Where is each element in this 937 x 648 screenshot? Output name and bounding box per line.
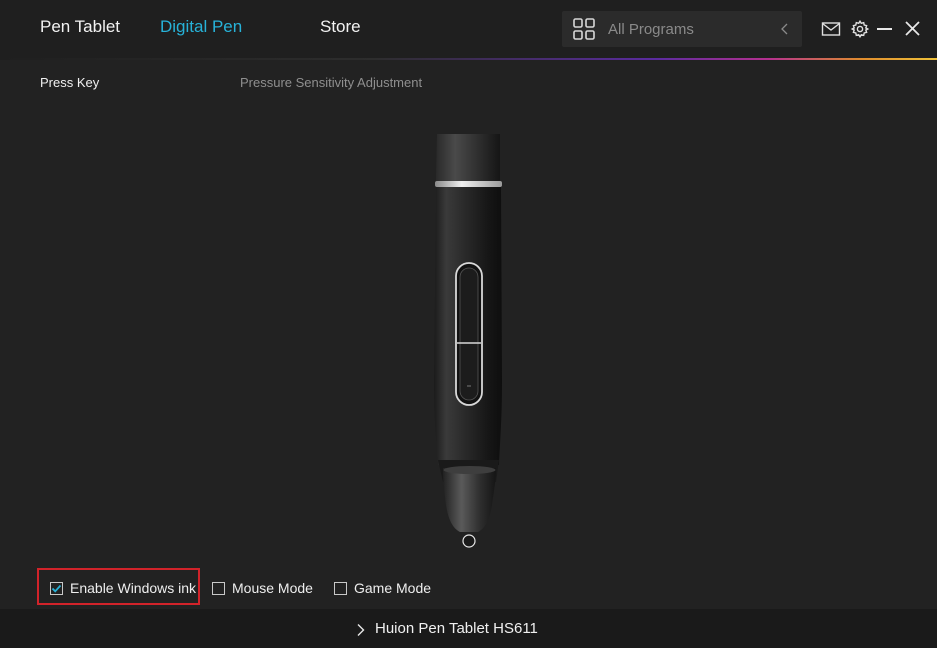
grid-icon — [573, 18, 595, 40]
mouse-mode-label: Mouse Mode — [232, 580, 313, 596]
top-bar: Pen Tablet Digital Pen Store All Program… — [0, 0, 937, 58]
enable-windows-ink-label: Enable Windows ink — [70, 580, 197, 596]
gear-icon[interactable] — [850, 19, 870, 39]
device-name: Huion Pen Tablet HS611 — [375, 620, 538, 637]
footer-bar: Huion Pen Tablet HS611 — [0, 609, 937, 648]
close-icon[interactable] — [903, 19, 923, 39]
digital-pen-illustration — [434, 134, 502, 548]
checkmark-icon — [51, 584, 62, 593]
tab-digital-pen[interactable]: Digital Pen — [160, 17, 242, 37]
tab-pen-tablet[interactable]: Pen Tablet — [40, 17, 120, 37]
chevron-left-icon — [781, 23, 788, 35]
chevron-right-icon — [357, 624, 365, 636]
mail-icon[interactable] — [821, 19, 841, 39]
tab-store[interactable]: Store — [320, 17, 361, 37]
checkbox-unchecked — [334, 582, 347, 595]
game-mode-label: Game Mode — [354, 580, 432, 596]
header-divider — [0, 58, 937, 60]
program-selector[interactable]: All Programs — [562, 11, 802, 47]
driver-window: Pen Tablet Digital Pen Store All Program… — [0, 0, 937, 648]
program-selector-label: All Programs — [608, 21, 694, 38]
checkbox-checked — [50, 582, 63, 595]
subtab-press-key[interactable]: Press Key — [40, 75, 99, 90]
minimize-icon[interactable] — [875, 19, 895, 39]
subtab-pressure-sensitivity[interactable]: Pressure Sensitivity Adjustment — [240, 75, 422, 90]
checkbox-unchecked — [212, 582, 225, 595]
